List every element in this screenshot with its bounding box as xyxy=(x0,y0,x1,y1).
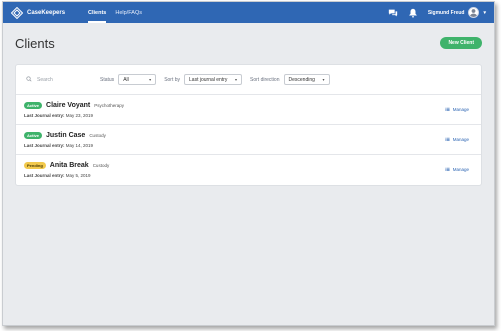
client-type: Psychotherapy xyxy=(94,102,125,108)
search-input[interactable] xyxy=(37,76,92,83)
direction-label: Sort direction xyxy=(250,76,280,83)
brand[interactable]: CaseKeepers xyxy=(11,6,66,19)
direction-filter: Sort direction Descending ▾ xyxy=(250,74,330,85)
search-box[interactable] xyxy=(26,75,100,84)
client-info: Active Claire Voyant Psychotherapy Last … xyxy=(24,101,125,118)
meta-date: May 23, 2019 xyxy=(65,112,94,118)
chevron-down-icon: ▾ xyxy=(322,77,325,82)
sort-filter: Sort by Last journal entry ▾ xyxy=(164,74,243,85)
meta-label: Last Journal entry: xyxy=(24,112,65,118)
status-select[interactable]: All ▾ xyxy=(118,74,157,85)
chevron-down-icon: ▾ xyxy=(483,9,486,16)
manage-label: Manage xyxy=(452,137,469,142)
status-filter: Status All ▾ xyxy=(100,74,157,85)
main-nav: Clients Help/FAQs xyxy=(88,2,142,23)
client-row: Active Justin Case Custody Last Journal … xyxy=(16,125,481,155)
meta-date: May 14, 2019 xyxy=(65,142,94,148)
topbar-actions: Sigmund Freud ▾ xyxy=(388,7,486,18)
bell-icon[interactable] xyxy=(408,7,419,18)
meta-label: Last Journal entry: xyxy=(24,142,65,148)
new-client-button[interactable]: New Client xyxy=(440,37,482,49)
list-icon xyxy=(445,107,450,111)
manage-button[interactable]: Manage xyxy=(445,107,469,112)
chevron-down-icon: ▾ xyxy=(149,77,152,82)
sort-select[interactable]: Last journal entry ▾ xyxy=(184,74,243,85)
client-header: Active Claire Voyant Psychotherapy xyxy=(24,101,125,109)
sort-value: Last journal entry xyxy=(189,76,228,83)
nav-help-faqs[interactable]: Help/FAQs xyxy=(115,2,142,23)
last-journal-entry: Last Journal entry: May 5, 2019 xyxy=(24,173,109,178)
client-row: Active Claire Voyant Psychotherapy Last … xyxy=(16,95,481,125)
top-navbar: CaseKeepers Clients Help/FAQs Sigmund Fr… xyxy=(3,2,494,23)
filter-bar: Status All ▾ Sort by Last journal entry … xyxy=(16,65,481,95)
sort-label: Sort by xyxy=(164,76,181,83)
page-header: Clients New Client xyxy=(15,23,482,63)
last-journal-entry: Last Journal entry: May 14, 2019 xyxy=(24,143,106,148)
client-info: Active Justin Case Custody Last Journal … xyxy=(24,131,106,148)
status-label: Status xyxy=(100,76,115,83)
search-icon xyxy=(26,75,32,84)
status-badge: Pending xyxy=(24,162,46,169)
manage-label: Manage xyxy=(452,107,469,112)
client-row: Pending Anita Break Custody Last Journal… xyxy=(16,155,481,185)
client-name[interactable]: Claire Voyant xyxy=(46,102,90,109)
list-icon xyxy=(445,167,450,171)
clients-card: Status All ▾ Sort by Last journal entry … xyxy=(15,64,482,186)
client-type: Custody xyxy=(89,132,106,138)
avatar xyxy=(468,7,480,18)
page-title: Clients xyxy=(15,35,55,51)
status-badge: Active xyxy=(24,131,43,139)
client-type: Custody xyxy=(92,163,110,168)
user-menu[interactable]: Sigmund Freud ▾ xyxy=(428,7,486,18)
list-icon xyxy=(445,137,450,141)
client-name[interactable]: Justin Case xyxy=(46,132,85,139)
main-content: Clients New Client Status All ▾ xyxy=(3,23,494,186)
nav-clients[interactable]: Clients xyxy=(88,2,107,23)
client-info: Pending Anita Break Custody Last Journal… xyxy=(24,162,109,178)
manage-button[interactable]: Manage xyxy=(445,167,469,172)
manage-button[interactable]: Manage xyxy=(445,137,469,142)
client-header: Active Justin Case Custody xyxy=(24,131,106,139)
client-name[interactable]: Anita Break xyxy=(50,162,89,169)
status-badge: Active xyxy=(24,101,43,109)
meta-date: May 5, 2019 xyxy=(65,173,91,178)
app-window: CaseKeepers Clients Help/FAQs Sigmund Fr… xyxy=(2,1,495,326)
meta-label: Last Journal entry: xyxy=(24,173,65,178)
casekeepers-logo-icon xyxy=(11,6,23,19)
client-header: Pending Anita Break Custody xyxy=(24,162,109,169)
chevron-down-icon: ▾ xyxy=(235,77,238,82)
direction-select[interactable]: Descending ▾ xyxy=(283,74,330,85)
last-journal-entry: Last Journal entry: May 23, 2019 xyxy=(24,113,124,118)
status-value: All xyxy=(123,76,129,83)
chat-icon[interactable] xyxy=(388,7,399,18)
brand-name: CaseKeepers xyxy=(27,9,66,16)
direction-value: Descending xyxy=(288,76,315,83)
manage-label: Manage xyxy=(452,167,469,172)
user-name: Sigmund Freud xyxy=(427,9,465,16)
